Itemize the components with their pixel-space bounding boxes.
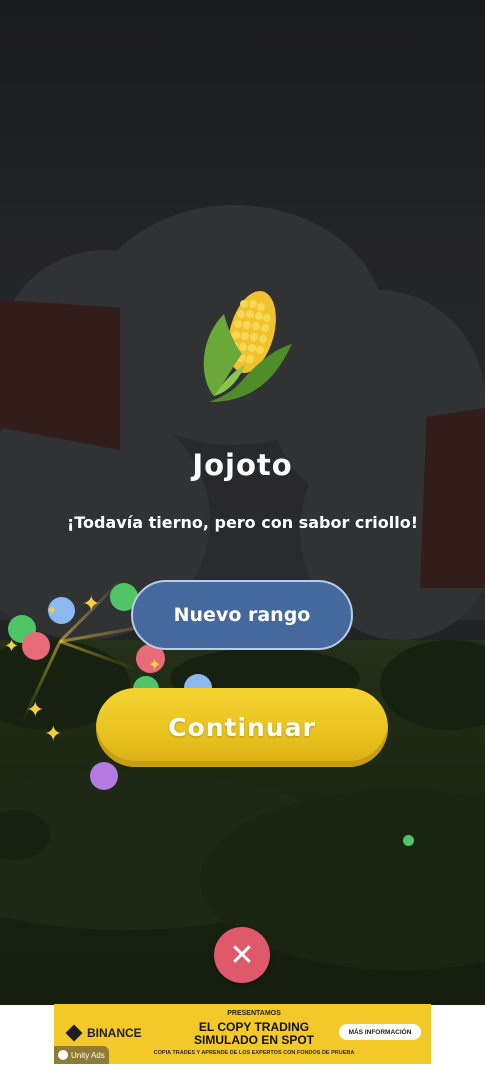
close-icon: ✕ xyxy=(229,937,255,973)
new-rank-button-label: Nuevo rango xyxy=(173,604,311,626)
reward-title: Jojoto xyxy=(192,448,293,482)
close-button[interactable]: ✕ xyxy=(214,927,270,983)
confetti-dot xyxy=(90,762,118,790)
binance-logo-icon xyxy=(65,1024,83,1042)
continue-button-label: Continuar xyxy=(168,713,316,742)
new-rank-button[interactable]: Nuevo rango xyxy=(131,580,353,650)
corn-icon xyxy=(203,291,292,402)
ad-headline-line-2: SIMULADO EN SPOT xyxy=(193,1033,314,1047)
ad-cta-button[interactable]: MÁS INFORMACIÓN xyxy=(339,1024,421,1040)
unity-logo-icon xyxy=(58,1050,68,1060)
ad-footnote: COPIA TRADES Y APRENDE DE LOS EXPERTOS C… xyxy=(153,1050,355,1056)
sparkle-icon: ✦ xyxy=(46,603,58,619)
sparkle-icon: ✦ xyxy=(82,592,101,617)
confetti-dot xyxy=(403,835,414,846)
reward-subtitle: ¡Todavía tierno, pero con sabor criollo! xyxy=(66,513,419,532)
ad-banner[interactable]: BINANCE PRESENTAMOS EL COPY TRADING SIMU… xyxy=(54,1004,431,1064)
ad-headline: EL COPY TRADING SIMULADO EN SPOT xyxy=(164,1021,344,1047)
dim-overlay xyxy=(0,0,485,1005)
sparkle-icon: ✦ xyxy=(4,636,20,657)
ad-brand-label: BINANCE xyxy=(87,1026,142,1040)
unity-ads-label: Unity Ads xyxy=(71,1050,105,1060)
sparkle-icon: ✦ xyxy=(44,722,63,747)
continue-button[interactable]: Continuar xyxy=(96,688,388,767)
ad-brand: BINANCE xyxy=(65,1024,142,1042)
reward-screen: ✦ ✦ ✦ ✦ ✦ ✦ Jojoto ¡Todavía tierno, pero… xyxy=(0,0,485,1080)
unity-ads-badge: Unity Ads xyxy=(54,1046,109,1064)
confetti-dot xyxy=(22,632,50,660)
sparkle-icon: ✦ xyxy=(26,698,45,723)
ad-kicker: PRESENTAMOS xyxy=(227,1010,281,1017)
sparkle-icon: ✦ xyxy=(148,655,162,674)
